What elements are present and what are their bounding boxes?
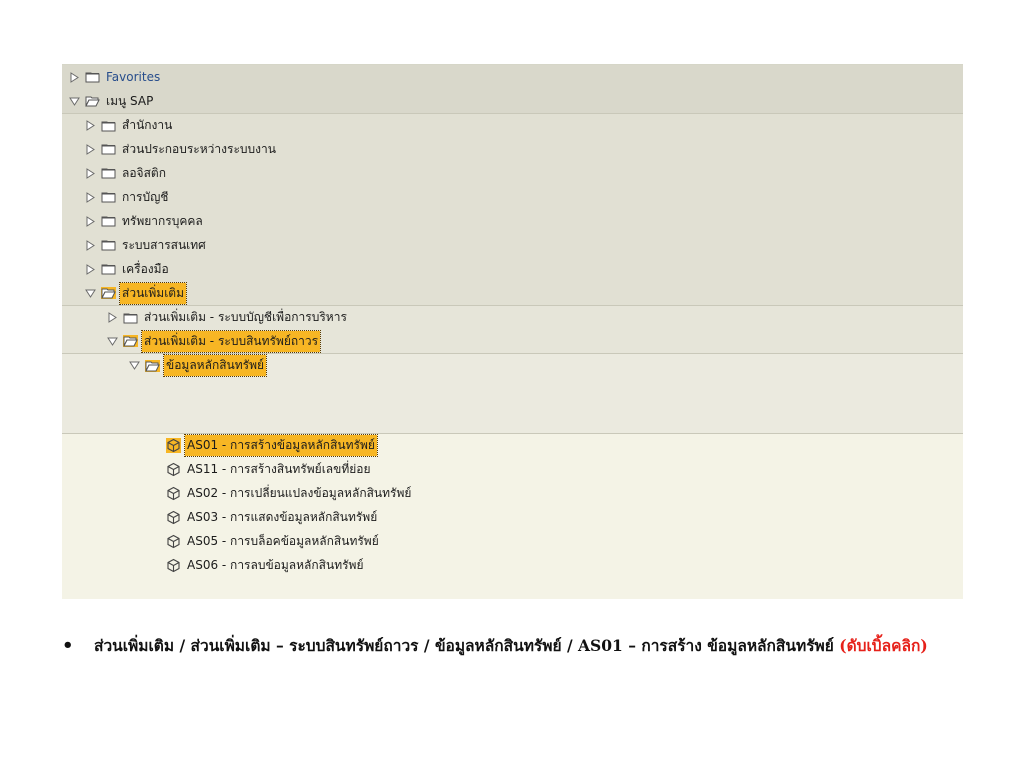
tree-node-tools[interactable]: เครื่องมือ (62, 257, 963, 281)
transaction-label: AS05 - การบล็อคข้อมูลหลักสินทรัพย์ (187, 533, 379, 548)
instruction-caption: • ส่วนเพิ่มเติม / ส่วนเพิ่มเติม – ระบบสิ… (62, 632, 982, 660)
transaction-label: AS02 - การเปลี่ยนแปลงข้อมูลหลักสินทรัพย์ (187, 485, 412, 500)
tree-node-label: การบัญชี (122, 189, 169, 204)
folder-closed-icon (101, 239, 116, 251)
tree-node-label: ส่วนประกอบระหว่างระบบงาน (122, 141, 276, 156)
tree-node-label: เมนู SAP (106, 93, 154, 108)
transaction-as11[interactable]: AS11 - การสร้างสินทรัพย์เลขที่ย่อย (62, 457, 963, 481)
transaction-label: AS03 - การแสดงข้อมูลหลักสินทรัพย์ (187, 509, 378, 524)
tree-spacer (62, 577, 963, 599)
expand-triangle-icon[interactable] (106, 312, 118, 324)
transaction-label: AS01 - การสร้างข้อมูลหลักสินทรัพย์ (184, 434, 378, 457)
folder-closed-icon (101, 167, 116, 179)
tree-node-label: ส่วนเพิ่มเติม (119, 281, 187, 305)
folder-closed-icon (123, 312, 138, 324)
tree-spacer (62, 377, 963, 433)
expand-triangle-icon[interactable] (84, 263, 96, 275)
transaction-label: AS11 - การสร้างสินทรัพย์เลขที่ย่อย (187, 461, 371, 476)
tree-node-label: ทรัพยากรบุคคล (122, 213, 203, 228)
folder-closed-icon (101, 120, 116, 132)
tree-node-human-resources[interactable]: ทรัพยากรบุคคล (62, 209, 963, 233)
sap-menu-tree: Favorites เมนู SAP สำนักงาน ส่วนประกอบระ… (62, 64, 963, 599)
collapse-triangle-icon[interactable] (128, 360, 140, 372)
folder-closed-icon (101, 191, 116, 203)
transaction-label: AS06 - การลบข้อมูลหลักสินทรัพย์ (187, 557, 364, 572)
transaction-cube-icon (166, 486, 181, 501)
expand-triangle-icon[interactable] (84, 239, 96, 251)
transaction-as03[interactable]: AS03 - การแสดงข้อมูลหลักสินทรัพย์ (62, 505, 963, 529)
expand-triangle-icon[interactable] (84, 143, 96, 155)
tree-node-favorites[interactable]: Favorites (62, 65, 963, 89)
tree-node-label: ลอจิสติก (122, 165, 166, 180)
folder-open-icon (101, 287, 116, 299)
caption-text-block: ส่วนเพิ่มเติม / ส่วนเพิ่มเติม – ระบบสินท… (94, 632, 982, 660)
folder-closed-icon (101, 263, 116, 275)
folder-closed-icon (101, 215, 116, 227)
tree-node-label: เครื่องมือ (122, 261, 169, 276)
caption-hint: (ดับเบิ้ลคลิก) (839, 636, 928, 655)
expand-triangle-icon[interactable] (84, 120, 96, 132)
tree-node-label: สำนักงาน (122, 118, 173, 132)
folder-closed-icon (85, 71, 100, 83)
collapse-triangle-icon[interactable] (68, 95, 80, 107)
tree-node-information-systems[interactable]: ระบบสารสนเทศ (62, 233, 963, 257)
transaction-as06[interactable]: AS06 - การลบข้อมูลหลักสินทรัพย์ (62, 553, 963, 577)
expand-triangle-icon[interactable] (68, 71, 80, 83)
expand-triangle-icon[interactable] (84, 215, 96, 227)
tree-node-accounting[interactable]: การบัญชี (62, 185, 963, 209)
collapse-triangle-icon[interactable] (84, 287, 96, 299)
folder-open-icon (85, 95, 100, 107)
transaction-as02[interactable]: AS02 - การเปลี่ยนแปลงข้อมูลหลักสินทรัพย์ (62, 481, 963, 505)
tree-node-office[interactable]: สำนักงาน (62, 113, 963, 137)
tree-node-addons-asset-system[interactable]: ส่วนเพิ่มเติม - ระบบสินทรัพย์ถาวร (62, 329, 963, 353)
tree-node-sap-menu[interactable]: เมนู SAP (62, 89, 963, 113)
transaction-cube-icon (166, 462, 181, 477)
tree-node-label: ส่วนเพิ่มเติม - ระบบบัญชีเพื่อการบริหาร (144, 310, 347, 324)
tree-node-label: ข้อมูลหลักสินทรัพย์ (162, 354, 268, 377)
tree-node-label: ส่วนเพิ่มเติม - ระบบสินทรัพย์ถาวร (140, 329, 322, 353)
folder-open-icon (145, 359, 160, 372)
bullet-icon: • (62, 635, 74, 656)
transaction-as05[interactable]: AS05 - การบล็อคข้อมูลหลักสินทรัพย์ (62, 529, 963, 553)
transaction-cube-icon (166, 510, 181, 525)
caption-path-text: ส่วนเพิ่มเติม / ส่วนเพิ่มเติม – ระบบสินท… (94, 636, 840, 655)
tree-node-addons-management-accounting[interactable]: ส่วนเพิ่มเติม - ระบบบัญชีเพื่อการบริหาร (62, 305, 963, 329)
collapse-triangle-icon[interactable] (106, 335, 118, 347)
tree-node-label: Favorites (106, 70, 161, 84)
transaction-cube-icon (166, 438, 181, 453)
tree-node-addons[interactable]: ส่วนเพิ่มเติม (62, 281, 963, 305)
tree-node-label: ระบบสารสนเทศ (122, 237, 206, 252)
folder-open-icon (123, 335, 138, 347)
transaction-cube-icon (166, 534, 181, 549)
transaction-cube-icon (166, 558, 181, 573)
expand-triangle-icon[interactable] (84, 191, 96, 203)
expand-triangle-icon[interactable] (84, 167, 96, 179)
folder-closed-icon (101, 143, 116, 155)
tree-node-asset-master-data[interactable]: ข้อมูลหลักสินทรัพย์ (62, 353, 963, 377)
transaction-as01[interactable]: AS01 - การสร้างข้อมูลหลักสินทรัพย์ (62, 433, 963, 457)
tree-node-logistics[interactable]: ลอจิสติก (62, 161, 963, 185)
tree-node-cross-application[interactable]: ส่วนประกอบระหว่างระบบงาน (62, 137, 963, 161)
